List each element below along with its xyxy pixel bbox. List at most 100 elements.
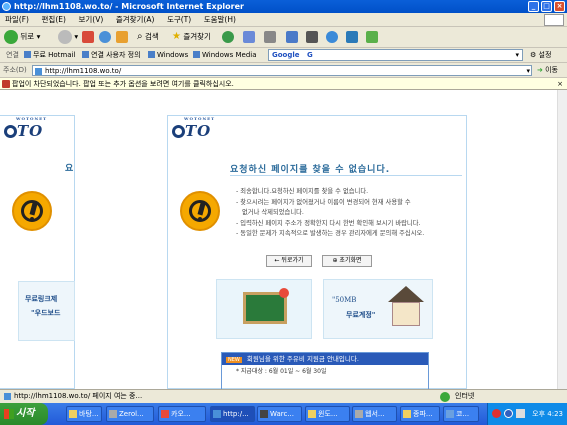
clock: 오후 4:23 [532,410,563,418]
menu-bar: 파일(F) 편집(E) 보기(V) 즐겨찾기(A) 도구(T) 도움말(H) [0,13,567,27]
left-heading-fragment: 요 [65,164,74,174]
taskbar-item[interactable]: Warc... [257,406,302,422]
address-input[interactable]: http://lhm1108.wo.to/ ▾ [32,65,532,76]
taskbar-item[interactable]: 카오... [158,406,206,422]
favorites-button[interactable]: ★ 즐겨찾기 [172,29,211,45]
notice-header[interactable]: NEW 회원님을 위한 주유비 지원금 안내입니다. [222,353,428,365]
app-icon [446,410,454,418]
menu-tools[interactable]: 도구(T) [162,13,196,27]
page-icon [148,51,155,58]
window-title: http://lhm1108.wo.to/ - Microsoft Intern… [14,2,244,11]
back-page-button[interactable]: ← 뒤로가기 [266,255,312,267]
menu-help[interactable]: 도움말(H) [199,13,241,27]
search-icon: ⌕ [137,31,143,42]
history-button[interactable] [222,29,234,45]
home-page-button[interactable]: ⊕ 초기화면 [322,255,372,267]
notice-box: NEW 회원님을 위한 주유비 지원금 안내입니다. * 지급대상 : 6월 0… [221,352,429,389]
messenger-button[interactable] [326,29,338,45]
link-customize[interactable]: 연결 사용자 정의 [82,48,141,63]
house-icon [392,302,420,326]
back-arrow-icon [4,30,18,44]
menu-favorites[interactable]: 즐겨찾기(A) [111,13,160,27]
go-button[interactable]: ➜ 이동 [537,63,558,78]
research-button[interactable] [366,29,378,45]
taskbar-item[interactable]: 종파... [400,406,440,422]
ie-icon [213,410,221,418]
print-button[interactable] [264,29,276,45]
taskbar-item-active[interactable]: http:/... [210,406,255,422]
messenger-icon [326,31,338,43]
discuss-button[interactable] [306,29,318,45]
minimize-button[interactable]: _ [528,1,539,12]
home-button[interactable] [116,29,128,45]
forward-button[interactable]: ▾ [58,29,78,45]
status-text: http://lhm1108.wo.to/ 페이지 여는 중... [14,392,143,400]
google-g-icon: G [307,51,313,59]
toolbar: 뒤로 ▾ ▾ ⌕ 검색 ★ 즐겨찾기 [0,27,567,48]
refresh-button[interactable] [99,29,111,45]
woto-logo: WOTONET TO [4,116,46,140]
links-label: 연결 [6,51,19,59]
link-windows-media[interactable]: Windows Media [193,48,257,63]
menu-view[interactable]: 보기(V) [73,13,108,27]
menu-edit[interactable]: 편집(E) [37,13,71,27]
stop-icon [82,31,94,43]
page-icon [4,393,11,400]
ie-icon [2,2,11,11]
page-icon [24,51,31,58]
research-icon [366,31,378,43]
popup-blocked-infobar[interactable]: 팝업이 차단되었습니다. 팝업 또는 추가 옵션을 보려면 여기를 클릭하십시오… [0,78,567,90]
google-toolbar[interactable]: Google G ▾ [268,49,523,61]
gear-icon: ⚙ [530,51,537,59]
new-badge: NEW [226,357,242,363]
start-button[interactable]: 시작 [0,403,48,425]
address-bar: 주소(D) http://lhm1108.wo.to/ ▾ ➜ 이동 [0,63,567,78]
forward-arrow-icon [58,30,72,44]
links-bar: 연결 무료 Hotmail 연결 사용자 정의 Windows Windows … [0,48,567,63]
error-message-line: - 입력하신 페이지 주소가 정확한지 다시 한번 확인해 보시기 바랍니다. [236,219,421,227]
search-button[interactable]: ⌕ 검색 [137,29,159,45]
promo-board-banner[interactable] [216,279,312,339]
close-button[interactable]: × [554,1,565,12]
stop-button[interactable] [82,29,94,45]
edit-button[interactable] [286,29,298,45]
promo-account-banner[interactable]: "50MB 무료계정" [323,279,433,339]
volume-icon[interactable] [516,409,525,418]
warning-icon [180,191,220,231]
back-button[interactable]: 뒤로 ▾ [4,29,40,45]
media-icon [346,31,358,43]
promo-link-banner[interactable]: 무료링크제 "우드보드 [18,281,75,341]
vertical-scrollbar[interactable] [557,90,567,389]
taskbar-item[interactable]: 윈도... [305,406,350,422]
tray-app-icon[interactable] [492,409,501,418]
menu-file[interactable]: 파일(F) [0,13,34,27]
taskbar-item[interactable]: 코... [443,406,479,422]
app-icon [161,410,169,418]
error-heading: 요청하신 페이지를 찾을 수 없습니다. [230,165,391,175]
app-icon [109,410,117,418]
tray-app-icon[interactable] [504,409,513,418]
address-dropdown-icon[interactable]: ▾ [526,66,530,76]
mail-button[interactable] [243,29,255,45]
app-icon [260,410,268,418]
page-icon [35,68,42,75]
page-icon [193,51,200,58]
error-message-line: - 동일한 문제가 지속적으로 발생하는 경우 관리자에게 문의해 주십시오. [236,230,425,237]
error-panel: WOTONET TO 요청하신 페이지를 찾을 수 없습니다. - 죄송합니다.요… [167,115,467,389]
link-windows[interactable]: Windows [148,48,188,63]
page-icon [82,51,89,58]
taskbar-item[interactable]: 웹서... [352,406,397,422]
system-tray: 오후 4:23 [487,403,567,425]
taskbar-item[interactable]: Zerol... [106,406,154,422]
google-settings[interactable]: ⚙ 설정 [530,48,551,63]
infobar-close-icon[interactable]: × [557,78,563,90]
status-bar: http://lhm1108.wo.to/ 페이지 여는 중... 인터넷 [0,389,567,403]
link-hotmail[interactable]: 무료 Hotmail [24,48,75,63]
google-label: Google [272,51,300,59]
warning-icon [12,191,52,231]
google-dropdown-icon[interactable]: ▾ [515,50,519,61]
heading-divider [230,175,462,176]
media-button[interactable] [346,29,358,45]
maximize-button[interactable]: □ [541,1,552,12]
taskbar-item[interactable]: 바탕... [66,406,102,422]
